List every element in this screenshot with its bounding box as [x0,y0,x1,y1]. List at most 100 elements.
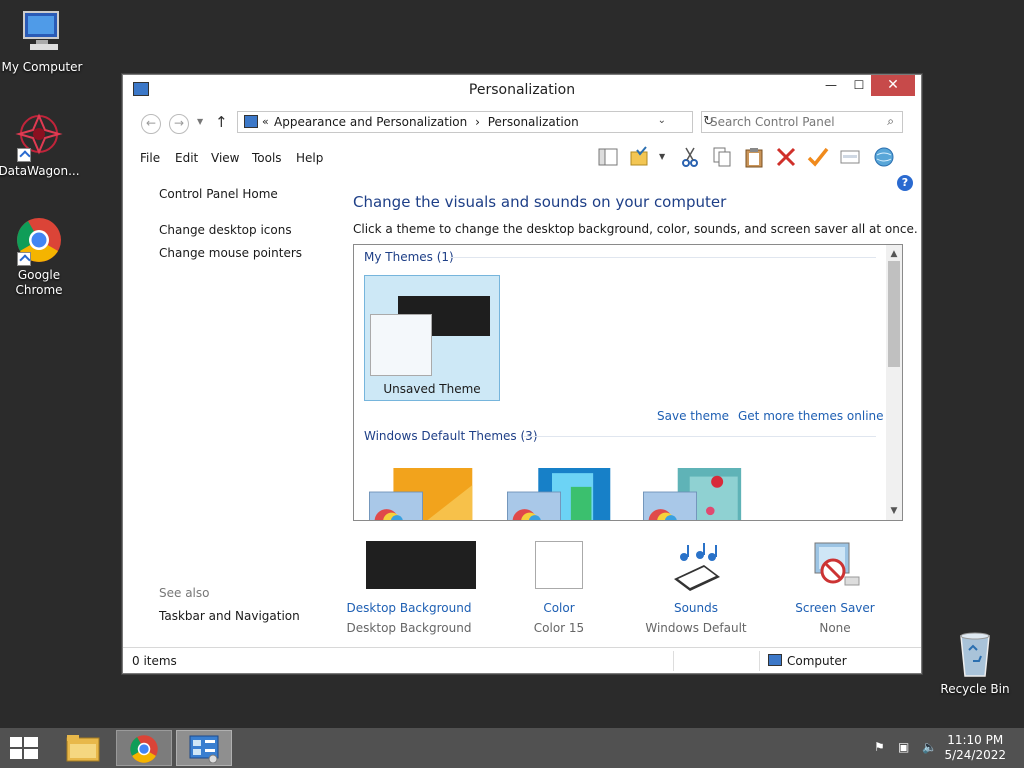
theme-tile-unsaved[interactable]: Unsaved Theme [364,275,500,401]
chrome-icon [130,735,158,763]
control-panel-icon [244,115,258,128]
system-clock[interactable]: 11:10 PM 5/24/2022 [944,733,1006,763]
search-icon: ⌕ [887,114,894,128]
save-theme-link[interactable]: Save theme [657,409,729,423]
paste-icon[interactable] [743,146,765,168]
navigation-bar: ← → ▼ ↑ « Appearance and Personalization… [131,109,913,137]
themes-scrollbar[interactable]: ▲ ▼ [886,245,902,520]
desktop-icon-datawagon[interactable]: DataWagon... [0,112,81,179]
scroll-down-icon[interactable]: ▼ [886,506,902,516]
default-themes-header: Windows Default Themes (3) [364,429,538,443]
themes-list[interactable]: My Themes (1) Unsaved Theme Save theme G… [353,244,903,521]
sidebar-control-panel-home[interactable]: Control Panel Home [159,187,278,201]
window-title: Personalization [468,82,576,98]
scrollbar-thumb[interactable] [888,261,900,367]
maximize-button[interactable]: ☐ [845,75,873,96]
personalization-window: Personalization — ☐ ✕ ← → ▼ ↑ « Appearan… [122,74,922,674]
screen-saver-icon [814,542,860,586]
network-icon[interactable]: ▣ [898,740,914,756]
get-more-themes-link[interactable]: Get more themes online [738,409,884,423]
theme-thumbnail-lines[interactable] [504,463,624,521]
start-button[interactable] [10,737,38,759]
address-bar[interactable]: « Appearance and Personalization › Perso… [237,111,714,133]
color-title: Color [543,601,575,615]
color-value: Color 15 [533,621,585,635]
breadcrumb-separator[interactable]: › [475,115,480,129]
breadcrumb-personalization[interactable]: Personalization [488,115,579,129]
taskbar-file-explorer[interactable] [56,730,112,766]
menu-file[interactable]: File [140,151,160,165]
page-title: Change the visuals and sounds on your co… [353,193,727,211]
copy-icon[interactable] [711,146,733,168]
globe-icon[interactable] [873,146,895,168]
menu-view[interactable]: View [211,151,239,165]
sounds-title: Sounds [673,601,719,615]
action-center-flag-icon[interactable]: ⚑ [874,740,890,756]
properties-icon[interactable] [839,146,861,168]
chevron-down-icon[interactable]: ▼ [659,152,665,161]
menu-tools[interactable]: Tools [252,151,282,165]
desktop-icon-recycle-bin[interactable]: Recycle Bin [933,630,1017,697]
sidebar-change-mouse-pointers[interactable]: Change mouse pointers [159,246,302,260]
item-count: 0 items [132,654,177,668]
datawagon-icon [15,112,63,162]
breadcrumb: Appearance and Personalization › Persona… [274,115,583,129]
screen-saver-title: Screen Saver [795,601,875,615]
desktop-icon-label: My Computer [1,60,83,74]
volume-muted-icon[interactable]: 🔈 [922,740,938,756]
computer-icon [18,8,66,56]
recent-pages-icon[interactable]: ▼ [197,117,203,126]
screen-saver-value: None [819,621,851,635]
up-arrow-icon[interactable]: ↑ [215,113,228,131]
forward-arrow-icon[interactable]: → [169,114,189,134]
sounds-value: Windows Default [645,621,747,635]
menu-bar: File Edit View Tools Help ▼ [131,143,913,173]
desktop-background-thumbnail [366,541,476,589]
sidebar-change-desktop-icons[interactable]: Change desktop icons [159,223,292,237]
taskbar-chrome[interactable] [116,730,172,766]
help-icon[interactable]: ? [897,175,913,191]
sounds-icon [674,543,720,591]
theme-tile-label: Unsaved Theme [383,382,481,396]
breadcrumb-overflow[interactable]: « [262,115,269,128]
layout-icon[interactable] [597,146,619,168]
theme-thumbnail-windows[interactable] [366,463,486,521]
theme-components: Desktop Background Desktop Background Co… [347,541,913,641]
color-swatch [535,541,583,589]
shortcut-arrow-icon [17,148,31,162]
clock-time: 11:10 PM [947,733,1004,747]
see-also-label: See also [159,586,210,600]
shortcut-arrow-icon [17,252,31,266]
page-description: Click a theme to change the desktop back… [353,222,918,236]
cut-icon[interactable] [679,146,701,168]
chevron-down-icon[interactable]: ⌄ [658,115,666,126]
breadcrumb-appearance[interactable]: Appearance and Personalization [274,115,467,129]
theme-preview-window [370,314,432,376]
status-divider [759,651,760,671]
title-bar[interactable]: Personalization — ☐ ✕ [123,75,921,105]
delete-icon[interactable] [775,146,797,168]
menu-help[interactable]: Help [296,151,323,165]
taskbar: ⚑ ▣ 🔈 11:10 PM 5/24/2022 [0,728,1024,768]
back-arrow-icon[interactable]: ← [141,114,161,134]
desktop-background-value: Desktop Background [346,621,472,635]
close-button[interactable]: ✕ [871,75,915,96]
search-input[interactable]: Search Control Panel ⌕ [701,111,903,133]
menu-edit[interactable]: Edit [175,151,198,165]
taskbar-control-panel[interactable] [176,730,232,766]
desktop-icon-chrome[interactable]: Google Chrome [0,216,81,298]
chrome-icon [15,216,63,266]
minimize-button[interactable]: — [817,75,845,96]
theme-thumbnail-flowers[interactable] [640,463,760,521]
checkmark-icon[interactable] [807,146,829,168]
control-panel-icon [189,735,219,763]
computer-icon [768,654,782,666]
status-location: Computer [787,654,847,668]
status-bar: 0 items Computer [123,647,921,673]
desktop-icon-label: Google Chrome [15,268,63,297]
desktop-icon-my-computer[interactable]: My Computer [0,8,84,75]
folder-options-icon[interactable] [629,146,651,168]
scroll-up-icon[interactable]: ▲ [886,249,902,259]
sidebar-taskbar-navigation[interactable]: Taskbar and Navigation [159,609,300,623]
desktop-icon-label: Recycle Bin [940,682,1010,696]
